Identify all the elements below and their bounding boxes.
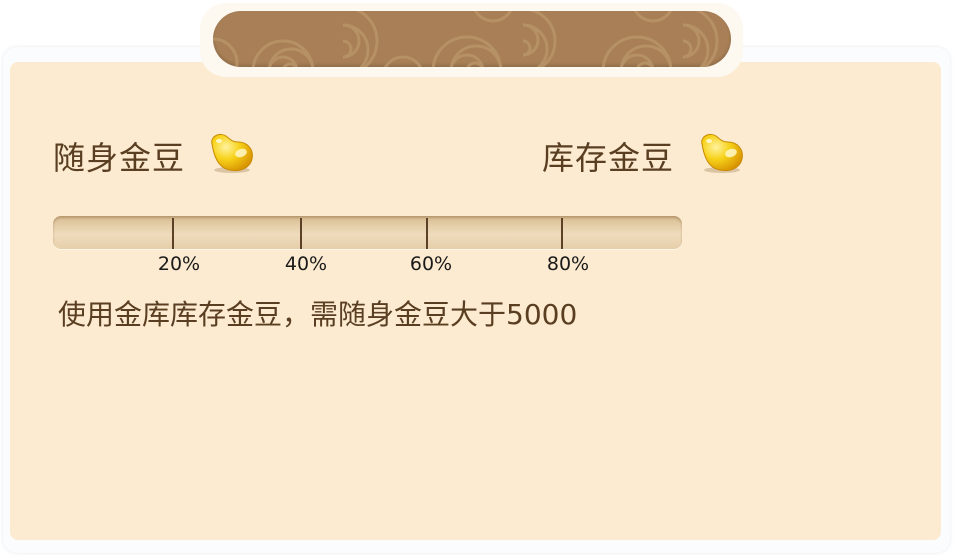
bean-transfer-slider[interactable] bbox=[53, 216, 682, 249]
requirement-hint: 使用金库库存金豆，需随身金豆大于5000 bbox=[58, 298, 578, 331]
swirl-pattern bbox=[213, 11, 719, 67]
slider-tick bbox=[426, 218, 428, 249]
tick-label-80: 80% bbox=[546, 253, 590, 275]
stored-beans-label: 库存金豆 bbox=[542, 139, 675, 177]
tick-label-40: 40% bbox=[284, 253, 328, 275]
vault-dialog: 随身金豆 库存金豆 20% 40% 60% 80% 使用金库库存金豆，需随身金豆… bbox=[0, 0, 955, 558]
slider-tick bbox=[300, 218, 302, 249]
tick-label-20: 20% bbox=[157, 253, 201, 275]
gold-bean-icon bbox=[211, 133, 253, 173]
tick-label-60: 60% bbox=[409, 253, 453, 275]
title-tab bbox=[213, 11, 731, 67]
gold-bean-icon bbox=[701, 133, 743, 173]
slider-tick bbox=[561, 218, 563, 249]
carried-beans-label: 随身金豆 bbox=[53, 139, 186, 177]
slider-tick bbox=[172, 218, 174, 249]
